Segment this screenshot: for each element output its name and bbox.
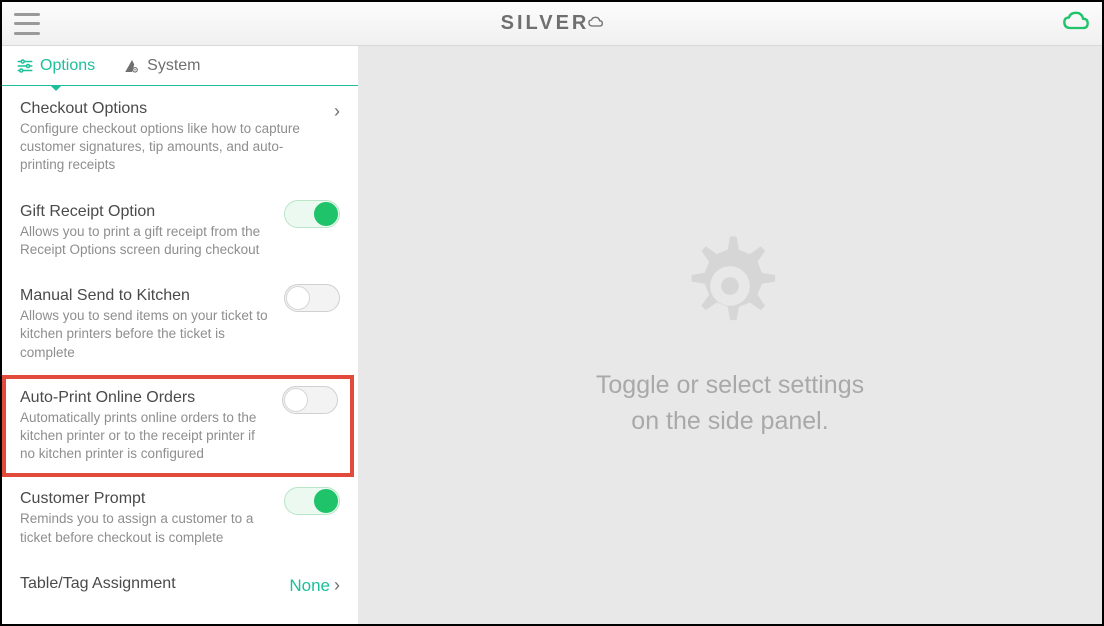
header: SILVER	[2, 2, 1102, 46]
setting-desc: Allows you to send items on your ticket …	[20, 307, 274, 362]
setting-checkout-options[interactable]: Checkout Options Configure checkout optio…	[2, 86, 358, 189]
system-icon	[123, 57, 141, 75]
gear-icon	[675, 231, 785, 341]
setting-text: Checkout Options Configure checkout optio…	[20, 100, 324, 175]
toggle-gift-receipt[interactable]	[284, 200, 340, 228]
setting-title: Checkout Options	[20, 100, 324, 118]
setting-manual-send-kitchen[interactable]: Manual Send to Kitchen Allows you to send…	[2, 273, 358, 376]
setting-title: Table/Tag Assignment	[20, 575, 279, 593]
tab-system-label: System	[147, 57, 200, 75]
tab-options[interactable]: Options	[2, 46, 109, 85]
chevron-right-icon: ›	[334, 100, 340, 122]
setting-desc: Automatically prints online orders to th…	[20, 409, 272, 464]
brand-text: SILVER	[501, 12, 590, 35]
tab-options-label: Options	[40, 57, 95, 75]
setting-toggle-wrap	[284, 203, 340, 225]
setting-desc: Configure checkout options like how to c…	[20, 120, 324, 175]
setting-text: Manual Send to Kitchen Allows you to send…	[20, 287, 274, 362]
settings-list[interactable]: Checkout Options Configure checkout optio…	[2, 86, 358, 624]
setting-value: None	[289, 576, 330, 596]
setting-text: Auto-Print Online Orders Automatically pr…	[20, 389, 272, 464]
brand-cloud-icon	[587, 12, 603, 35]
toggle-knob	[286, 286, 310, 310]
setting-title: Gift Receipt Option	[20, 203, 274, 221]
setting-table-tag-assignment[interactable]: Table/Tag Assignment None›	[2, 561, 358, 611]
setting-text: Customer Prompt Reminds you to assign a c…	[20, 490, 274, 546]
sync-cloud-icon[interactable]	[1062, 11, 1090, 36]
toggle-knob	[284, 388, 308, 412]
placeholder-line2: on the side panel.	[596, 403, 864, 439]
main-placeholder: Toggle or select settings on the side pa…	[358, 46, 1102, 624]
setting-title: Auto-Print Online Orders	[20, 389, 272, 407]
sliders-icon	[16, 57, 34, 75]
setting-desc: Allows you to print a gift receipt from …	[20, 223, 274, 259]
setting-auto-print-online[interactable]: Auto-Print Online Orders Automatically pr…	[2, 375, 354, 478]
placeholder-line1: Toggle or select settings	[596, 367, 864, 403]
setting-title: Manual Send to Kitchen	[20, 287, 274, 305]
setting-toggle-wrap	[284, 287, 340, 309]
chevron-right-icon[interactable]: ›	[334, 575, 340, 596]
setting-value-wrap: None›	[289, 575, 340, 597]
toggle-auto-print-online[interactable]	[282, 386, 338, 414]
chevron-right-icon[interactable]: ›	[334, 101, 340, 122]
setting-title: Customer Prompt	[20, 490, 274, 508]
hamburger-menu-button[interactable]	[14, 13, 40, 35]
setting-toggle-wrap	[284, 490, 340, 512]
placeholder-text: Toggle or select settings on the side pa…	[596, 367, 864, 440]
toggle-knob	[314, 489, 338, 513]
toggle-knob	[314, 202, 338, 226]
toggle-customer-prompt[interactable]	[284, 487, 340, 515]
setting-desc: Reminds you to assign a customer to a ti…	[20, 510, 274, 546]
app-frame: SILVER	[0, 0, 1104, 626]
tab-bar: Options System	[2, 46, 358, 86]
setting-text: Table/Tag Assignment	[20, 575, 279, 595]
setting-gift-receipt[interactable]: Gift Receipt Option Allows you to print a…	[2, 189, 358, 273]
setting-text: Gift Receipt Option Allows you to print a…	[20, 203, 274, 259]
setting-toggle-wrap	[282, 389, 338, 411]
brand-logo: SILVER	[501, 12, 604, 35]
tab-system[interactable]: System	[109, 46, 214, 85]
toggle-manual-send-kitchen[interactable]	[284, 284, 340, 312]
body: Options System Checkout Options Configure…	[2, 46, 1102, 624]
setting-customer-prompt[interactable]: Customer Prompt Reminds you to assign a c…	[2, 476, 358, 560]
side-panel: Options System Checkout Options Configure…	[2, 46, 358, 624]
